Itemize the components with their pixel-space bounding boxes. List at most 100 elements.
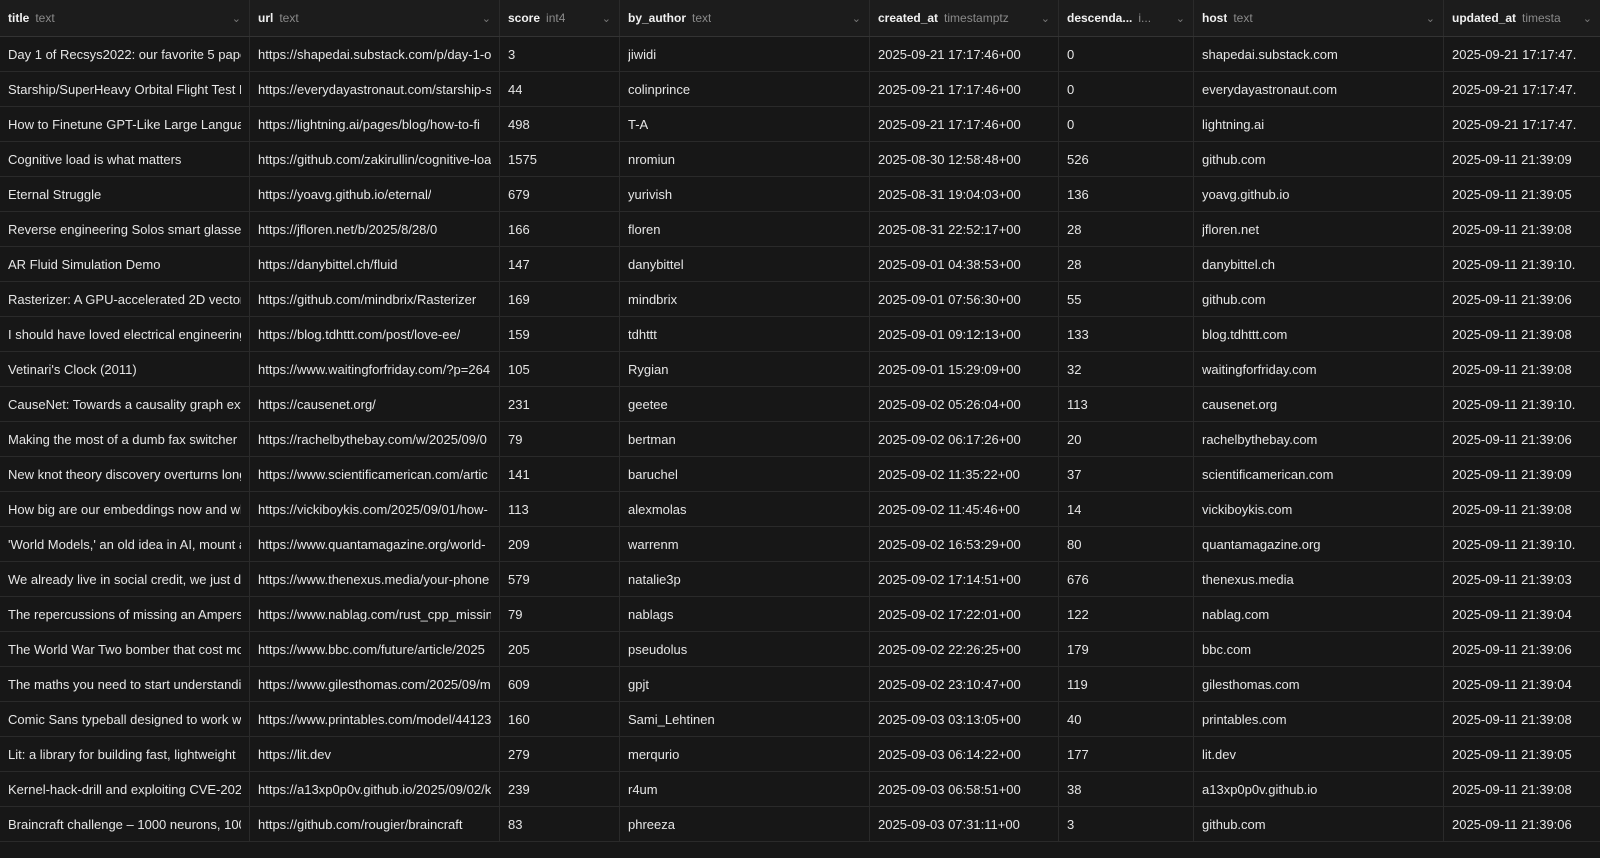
- table-cell-host[interactable]: gilesthomas.com: [1194, 667, 1444, 701]
- table-row[interactable]: CauseNet: Towards a causality graph extr…: [0, 387, 1600, 422]
- table-cell-title[interactable]: CauseNet: Towards a causality graph extr: [0, 387, 250, 421]
- table-cell-descenda[interactable]: 55: [1059, 282, 1194, 316]
- table-cell-created_at[interactable]: 2025-09-02 05:26:04+00: [870, 387, 1059, 421]
- table-row[interactable]: Starship/SuperHeavy Orbital Flight Test …: [0, 72, 1600, 107]
- table-cell-host[interactable]: yoavg.github.io: [1194, 177, 1444, 211]
- table-cell-by_author[interactable]: floren: [620, 212, 870, 246]
- table-cell-title[interactable]: Day 1 of Recsys2022: our favorite 5 pape…: [0, 37, 250, 71]
- table-cell-url[interactable]: https://lightning.ai/pages/blog/how-to-f…: [250, 107, 500, 141]
- table-cell-score[interactable]: 113: [500, 492, 620, 526]
- table-cell-by_author[interactable]: warrenm: [620, 527, 870, 561]
- table-cell-updated_at[interactable]: 2025-09-11 21:39:08: [1444, 772, 1600, 806]
- table-cell-updated_at[interactable]: 2025-09-11 21:39:08: [1444, 702, 1600, 736]
- table-cell-title[interactable]: Comic Sans typeball designed to work wi: [0, 702, 250, 736]
- table-cell-updated_at[interactable]: 2025-09-21 17:17:47.: [1444, 37, 1600, 71]
- column-header-4[interactable]: created_at timestamptz ⌄: [870, 0, 1059, 36]
- table-cell-created_at[interactable]: 2025-08-30 12:58:48+00: [870, 142, 1059, 176]
- table-cell-by_author[interactable]: merqurio: [620, 737, 870, 771]
- table-cell-url[interactable]: https://rachelbythebay.com/w/2025/09/0: [250, 422, 500, 456]
- table-cell-by_author[interactable]: pseudolus: [620, 632, 870, 666]
- table-cell-by_author[interactable]: danybittel: [620, 247, 870, 281]
- table-cell-title[interactable]: We already live in social credit, we jus…: [0, 562, 250, 596]
- table-cell-updated_at[interactable]: 2025-09-21 17:17:47.: [1444, 72, 1600, 106]
- table-cell-title[interactable]: Making the most of a dumb fax switcher b: [0, 422, 250, 456]
- table-cell-title[interactable]: How big are our embeddings now and wh: [0, 492, 250, 526]
- table-cell-by_author[interactable]: bertman: [620, 422, 870, 456]
- chevron-down-icon[interactable]: ⌄: [1041, 12, 1050, 25]
- table-cell-title[interactable]: Cognitive load is what matters: [0, 142, 250, 176]
- table-cell-title[interactable]: The maths you need to start understandin: [0, 667, 250, 701]
- column-header-3[interactable]: by_author text ⌄: [620, 0, 870, 36]
- table-cell-by_author[interactable]: natalie3p: [620, 562, 870, 596]
- chevron-down-icon[interactable]: ⌄: [1583, 12, 1592, 25]
- table-row[interactable]: Reverse engineering Solos smart glasses h…: [0, 212, 1600, 247]
- table-cell-by_author[interactable]: Sami_Lehtinen: [620, 702, 870, 736]
- column-header-5[interactable]: descenda... i... ⌄: [1059, 0, 1194, 36]
- table-cell-host[interactable]: bbc.com: [1194, 632, 1444, 666]
- table-cell-url[interactable]: https://www.waitingforfriday.com/?p=264: [250, 352, 500, 386]
- table-row[interactable]: AR Fluid Simulation Demo https://danybitt…: [0, 247, 1600, 282]
- table-cell-created_at[interactable]: 2025-09-02 11:35:22+00: [870, 457, 1059, 491]
- table-cell-title[interactable]: Lit: a library for building fast, lightw…: [0, 737, 250, 771]
- column-header-2[interactable]: score int4 ⌄: [500, 0, 620, 36]
- table-cell-created_at[interactable]: 2025-08-31 22:52:17+00: [870, 212, 1059, 246]
- column-header-1[interactable]: url text ⌄: [250, 0, 500, 36]
- table-cell-host[interactable]: everydayastronaut.com: [1194, 72, 1444, 106]
- table-cell-url[interactable]: https://jfloren.net/b/2025/8/28/0: [250, 212, 500, 246]
- chevron-down-icon[interactable]: ⌄: [602, 12, 611, 25]
- table-cell-by_author[interactable]: r4um: [620, 772, 870, 806]
- table-cell-updated_at[interactable]: 2025-09-11 21:39:09: [1444, 142, 1600, 176]
- table-cell-title[interactable]: 'World Models,' an old idea in AI, mount…: [0, 527, 250, 561]
- chevron-down-icon[interactable]: ⌄: [1426, 12, 1435, 25]
- table-cell-updated_at[interactable]: 2025-09-11 21:39:08: [1444, 212, 1600, 246]
- chevron-down-icon[interactable]: ⌄: [1176, 12, 1185, 25]
- table-cell-host[interactable]: quantamagazine.org: [1194, 527, 1444, 561]
- table-cell-score[interactable]: 498: [500, 107, 620, 141]
- table-cell-created_at[interactable]: 2025-09-03 06:14:22+00: [870, 737, 1059, 771]
- table-cell-created_at[interactable]: 2025-09-03 03:13:05+00: [870, 702, 1059, 736]
- table-row[interactable]: The World War Two bomber that cost mo htt…: [0, 632, 1600, 667]
- table-cell-by_author[interactable]: phreeza: [620, 807, 870, 841]
- table-cell-updated_at[interactable]: 2025-09-11 21:39:10.: [1444, 527, 1600, 561]
- table-cell-created_at[interactable]: 2025-08-31 19:04:03+00: [870, 177, 1059, 211]
- table-cell-title[interactable]: Rasterizer: A GPU-accelerated 2D vector: [0, 282, 250, 316]
- table-cell-score[interactable]: 79: [500, 422, 620, 456]
- table-cell-updated_at[interactable]: 2025-09-11 21:39:06: [1444, 807, 1600, 841]
- table-cell-created_at[interactable]: 2025-09-01 04:38:53+00: [870, 247, 1059, 281]
- table-cell-host[interactable]: causenet.org: [1194, 387, 1444, 421]
- table-cell-score[interactable]: 279: [500, 737, 620, 771]
- table-cell-descenda[interactable]: 0: [1059, 37, 1194, 71]
- column-header-6[interactable]: host text ⌄: [1194, 0, 1444, 36]
- table-cell-host[interactable]: vickiboykis.com: [1194, 492, 1444, 526]
- table-cell-url[interactable]: https://github.com/rougier/braincraft: [250, 807, 500, 841]
- table-cell-score[interactable]: 44: [500, 72, 620, 106]
- table-cell-descenda[interactable]: 119: [1059, 667, 1194, 701]
- table-cell-descenda[interactable]: 32: [1059, 352, 1194, 386]
- table-cell-url[interactable]: https://www.nablag.com/rust_cpp_missin: [250, 597, 500, 631]
- table-cell-score[interactable]: 169: [500, 282, 620, 316]
- table-cell-url[interactable]: https://lit.dev: [250, 737, 500, 771]
- table-row[interactable]: The repercussions of missing an Ampersa h…: [0, 597, 1600, 632]
- table-cell-descenda[interactable]: 526: [1059, 142, 1194, 176]
- table-cell-descenda[interactable]: 37: [1059, 457, 1194, 491]
- table-row[interactable]: Rasterizer: A GPU-accelerated 2D vector h…: [0, 282, 1600, 317]
- table-cell-created_at[interactable]: 2025-09-02 16:53:29+00: [870, 527, 1059, 561]
- table-cell-score[interactable]: 79: [500, 597, 620, 631]
- table-cell-by_author[interactable]: T-A: [620, 107, 870, 141]
- chevron-down-icon[interactable]: ⌄: [232, 12, 241, 25]
- table-row[interactable]: Braincraft challenge – 1000 neurons, 100…: [0, 807, 1600, 842]
- table-cell-updated_at[interactable]: 2025-09-11 21:39:08: [1444, 492, 1600, 526]
- table-cell-title[interactable]: New knot theory discovery overturns long: [0, 457, 250, 491]
- column-header-0[interactable]: title text ⌄: [0, 0, 250, 36]
- table-cell-url[interactable]: https://shapedai.substack.com/p/day-1-of: [250, 37, 500, 71]
- table-cell-created_at[interactable]: 2025-09-01 15:29:09+00: [870, 352, 1059, 386]
- table-cell-created_at[interactable]: 2025-09-01 07:56:30+00: [870, 282, 1059, 316]
- chevron-down-icon[interactable]: ⌄: [482, 12, 491, 25]
- table-row[interactable]: How big are our embeddings now and wh htt…: [0, 492, 1600, 527]
- table-cell-title[interactable]: Eternal Struggle: [0, 177, 250, 211]
- table-cell-descenda[interactable]: 40: [1059, 702, 1194, 736]
- table-row[interactable]: 'World Models,' an old idea in AI, mount…: [0, 527, 1600, 562]
- table-cell-host[interactable]: a13xp0p0v.github.io: [1194, 772, 1444, 806]
- table-cell-url[interactable]: https://www.quantamagazine.org/world-: [250, 527, 500, 561]
- table-cell-updated_at[interactable]: 2025-09-11 21:39:10.: [1444, 247, 1600, 281]
